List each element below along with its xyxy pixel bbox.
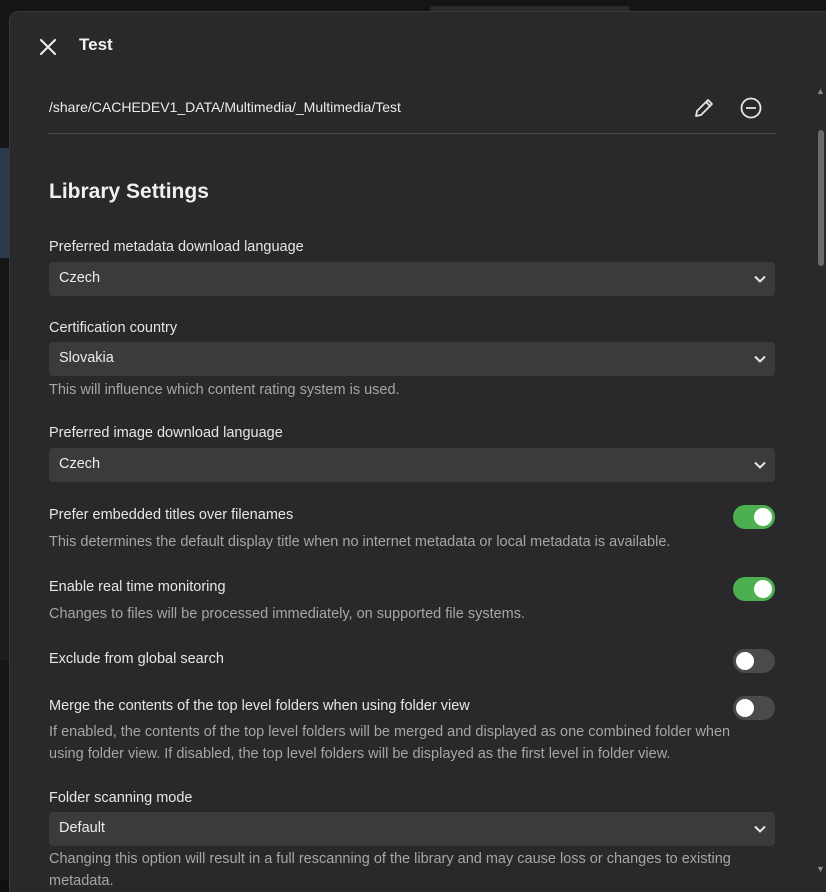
close-icon (39, 38, 57, 56)
close-button[interactable] (37, 36, 59, 58)
embedded-titles-label: Prefer embedded titles over filenames (49, 507, 294, 523)
metadata-language-label: Preferred metadata download language (49, 239, 304, 255)
image-language-value: Czech (59, 456, 101, 472)
chevron-down-icon (754, 275, 766, 283)
scanning-mode-help-line2: metadata. (49, 873, 114, 889)
realtime-monitoring-label: Enable real time monitoring (49, 579, 226, 595)
scanning-mode-label: Folder scanning mode (49, 790, 193, 806)
scanning-mode-select[interactable]: Default (49, 812, 775, 846)
image-language-label: Preferred image download language (49, 425, 283, 441)
scanning-mode-value: Default (59, 820, 105, 836)
metadata-language-value: Czech (59, 270, 101, 286)
scroll-thumb[interactable] (818, 130, 824, 266)
dialog-title: Test (79, 35, 113, 54)
embedded-titles-help: This determines the default display titl… (49, 534, 671, 550)
realtime-monitoring-toggle[interactable] (733, 577, 775, 601)
merge-folders-help-line1: If enabled, the contents of the top leve… (49, 724, 731, 740)
merge-folders-toggle[interactable] (733, 696, 775, 720)
toggle-knob (754, 580, 772, 598)
merge-folders-label: Merge the contents of the top level fold… (49, 698, 470, 714)
toggle-knob (736, 699, 754, 717)
remove-path-button[interactable] (739, 96, 763, 120)
scanning-mode-help-line1: Changing this option will result in a fu… (49, 851, 731, 867)
section-title: Library Settings (49, 180, 209, 203)
folder-path: /share/CACHEDEV1_DATA/Multimedia/_Multim… (49, 99, 401, 115)
toggle-knob (754, 508, 772, 526)
edit-path-button[interactable] (692, 96, 716, 120)
merge-folders-help-line2: using folder view. If disabled, the top … (49, 746, 671, 762)
minus-circle-icon (740, 97, 762, 119)
toggle-knob (736, 652, 754, 670)
realtime-monitoring-help: Changes to files will be processed immed… (49, 606, 526, 622)
chevron-down-icon (754, 461, 766, 469)
chevron-down-icon (754, 355, 766, 363)
chevron-down-icon (754, 825, 766, 833)
exclude-search-toggle[interactable] (733, 649, 775, 673)
dialog-content: /share/CACHEDEV1_DATA/Multimedia/_Multim… (48, 78, 776, 889)
exclude-search-label: Exclude from global search (49, 651, 224, 667)
embedded-titles-toggle[interactable] (733, 505, 775, 529)
pencil-icon (695, 99, 713, 117)
certification-country-select[interactable]: Slovakia (49, 342, 775, 376)
certification-country-label: Certification country (49, 320, 178, 336)
certification-country-help: This will influence which content rating… (49, 382, 400, 398)
dialog-scrollbar[interactable]: ▲ ▼ (816, 80, 826, 880)
certification-country-value: Slovakia (59, 350, 114, 366)
scroll-down-arrow-icon[interactable]: ▼ (816, 864, 825, 874)
library-settings-dialog: Test /share/CACHEDEV1_DATA/Multimedia/_M… (9, 11, 826, 892)
scroll-up-arrow-icon[interactable]: ▲ (816, 86, 825, 96)
image-language-select[interactable]: Czech (49, 448, 775, 482)
dialog-header: Test (10, 12, 826, 78)
metadata-language-select[interactable]: Czech (49, 262, 775, 296)
folder-path-row: /share/CACHEDEV1_DATA/Multimedia/_Multim… (48, 78, 776, 134)
